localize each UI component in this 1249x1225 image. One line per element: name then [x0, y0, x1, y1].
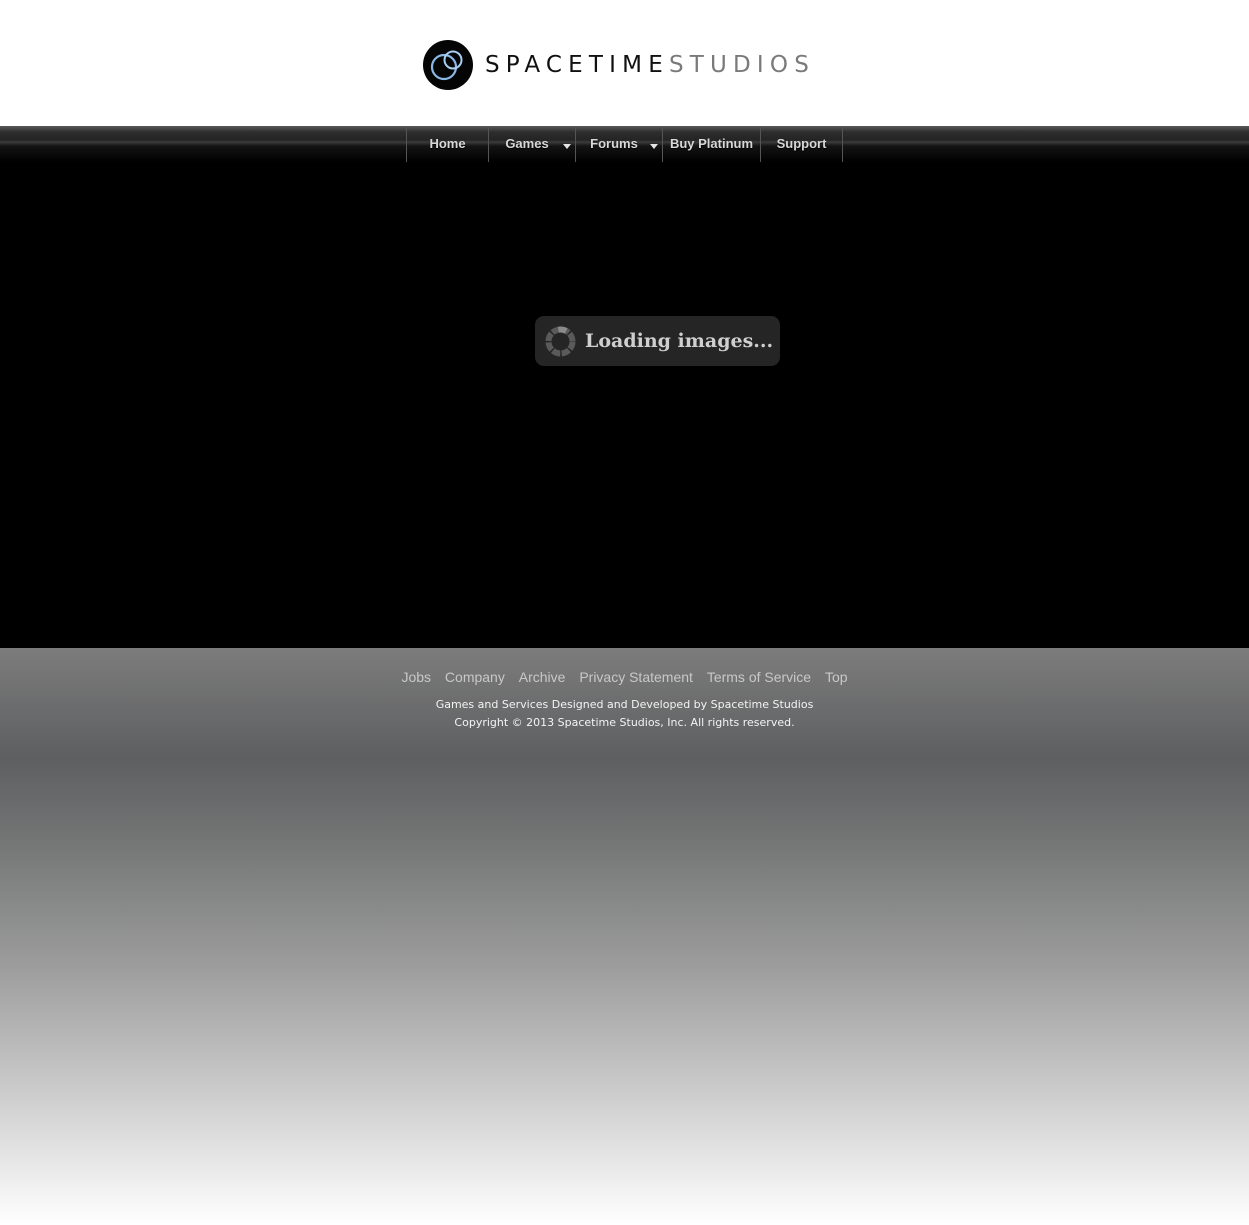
nav-item-label: Home: [429, 136, 466, 151]
nav-item-games[interactable]: Games: [489, 126, 576, 162]
loading-spinner-icon: [545, 326, 576, 356]
nav-item-label: Games: [505, 136, 549, 151]
footer-credits: Games and Services Designed and Develope…: [435, 698, 814, 711]
logo-wordmark: SPACETIMESTUDIOS: [485, 40, 815, 90]
footer-copyright: Copyright © 2013 Spacetime Studios, Inc.…: [454, 716, 795, 729]
footer-link-privacy-statement[interactable]: Privacy Statement: [579, 669, 693, 685]
nav-item-support[interactable]: Support: [761, 126, 843, 162]
nav-item-forums[interactable]: Forums: [576, 126, 663, 162]
footer-links: Jobs Company Archive Privacy Statement T…: [0, 669, 1249, 685]
nav-item-buy-platinum[interactable]: Buy Platinum: [663, 126, 761, 162]
chevron-down-icon: [650, 144, 658, 149]
nav-item-home[interactable]: Home: [407, 126, 489, 162]
site-header: SPACETIMESTUDIOS: [0, 0, 1249, 126]
loading-text: Loading images...: [585, 330, 774, 352]
footer-link-archive[interactable]: Archive: [519, 669, 566, 685]
loading-indicator: Loading images...: [535, 316, 780, 366]
footer-link-company[interactable]: Company: [445, 669, 505, 685]
footer-link-top[interactable]: Top: [825, 669, 848, 685]
nav-item-label: Support: [776, 136, 827, 151]
logo-word-spacetime: SPACETIME: [485, 52, 669, 78]
chevron-down-icon: [563, 144, 571, 149]
main-nav: Home Games Forums Buy Platinum Support: [406, 126, 843, 162]
main-content-area: Loading images...: [0, 162, 1249, 648]
logo-orbit-icon: [423, 40, 473, 90]
logo-word-studios: STUDIOS: [668, 52, 816, 78]
footer-link-jobs[interactable]: Jobs: [401, 669, 431, 685]
nav-item-label: Buy Platinum: [669, 136, 754, 151]
nav-item-label: Forums: [590, 136, 638, 151]
footer-link-terms-of-service[interactable]: Terms of Service: [707, 669, 811, 685]
site-footer: Jobs Company Archive Privacy Statement T…: [0, 648, 1249, 1225]
spacetime-studios-logo[interactable]: SPACETIMESTUDIOS: [423, 40, 815, 90]
